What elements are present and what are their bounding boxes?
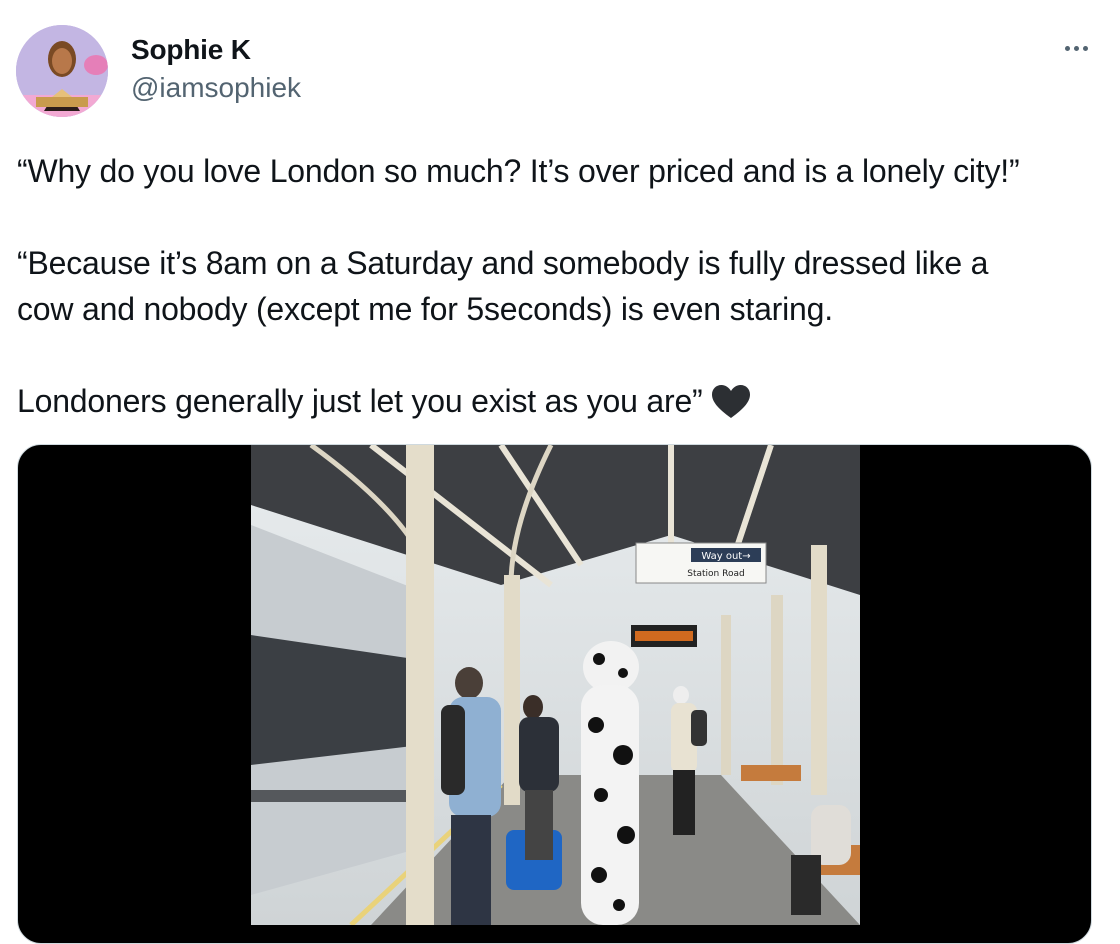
tweet-media[interactable]: Way out→ Station Road <box>17 444 1092 944</box>
profile-photo <box>16 25 108 117</box>
author-name[interactable]: Sophie K <box>131 34 251 66</box>
tweet-paragraph-1: “Why do you love London so much? It’s ov… <box>17 153 1020 189</box>
station-platform-photo: Way out→ Station Road <box>251 445 860 925</box>
sign-station: Station Road <box>687 569 744 579</box>
black-heart-icon <box>711 385 750 418</box>
tweet-paragraph-2: “Because it’s 8am on a Saturday and some… <box>17 245 989 327</box>
dot <box>1073 45 1079 51</box>
dot <box>1064 45 1070 51</box>
author-handle[interactable]: @iamsophiek <box>131 72 301 104</box>
tweet-paragraph-3: Londoners generally just let you exist a… <box>17 378 1097 424</box>
more-options-icon[interactable] <box>1056 30 1096 66</box>
tweet-paragraph-3-text: Londoners generally just let you exist a… <box>17 383 703 419</box>
dot <box>1082 45 1088 51</box>
tweet-text: “Why do you love London so much? It’s ov… <box>17 148 1097 424</box>
sign-way-out: Way out→ <box>701 551 750 562</box>
avatar[interactable] <box>16 25 108 117</box>
